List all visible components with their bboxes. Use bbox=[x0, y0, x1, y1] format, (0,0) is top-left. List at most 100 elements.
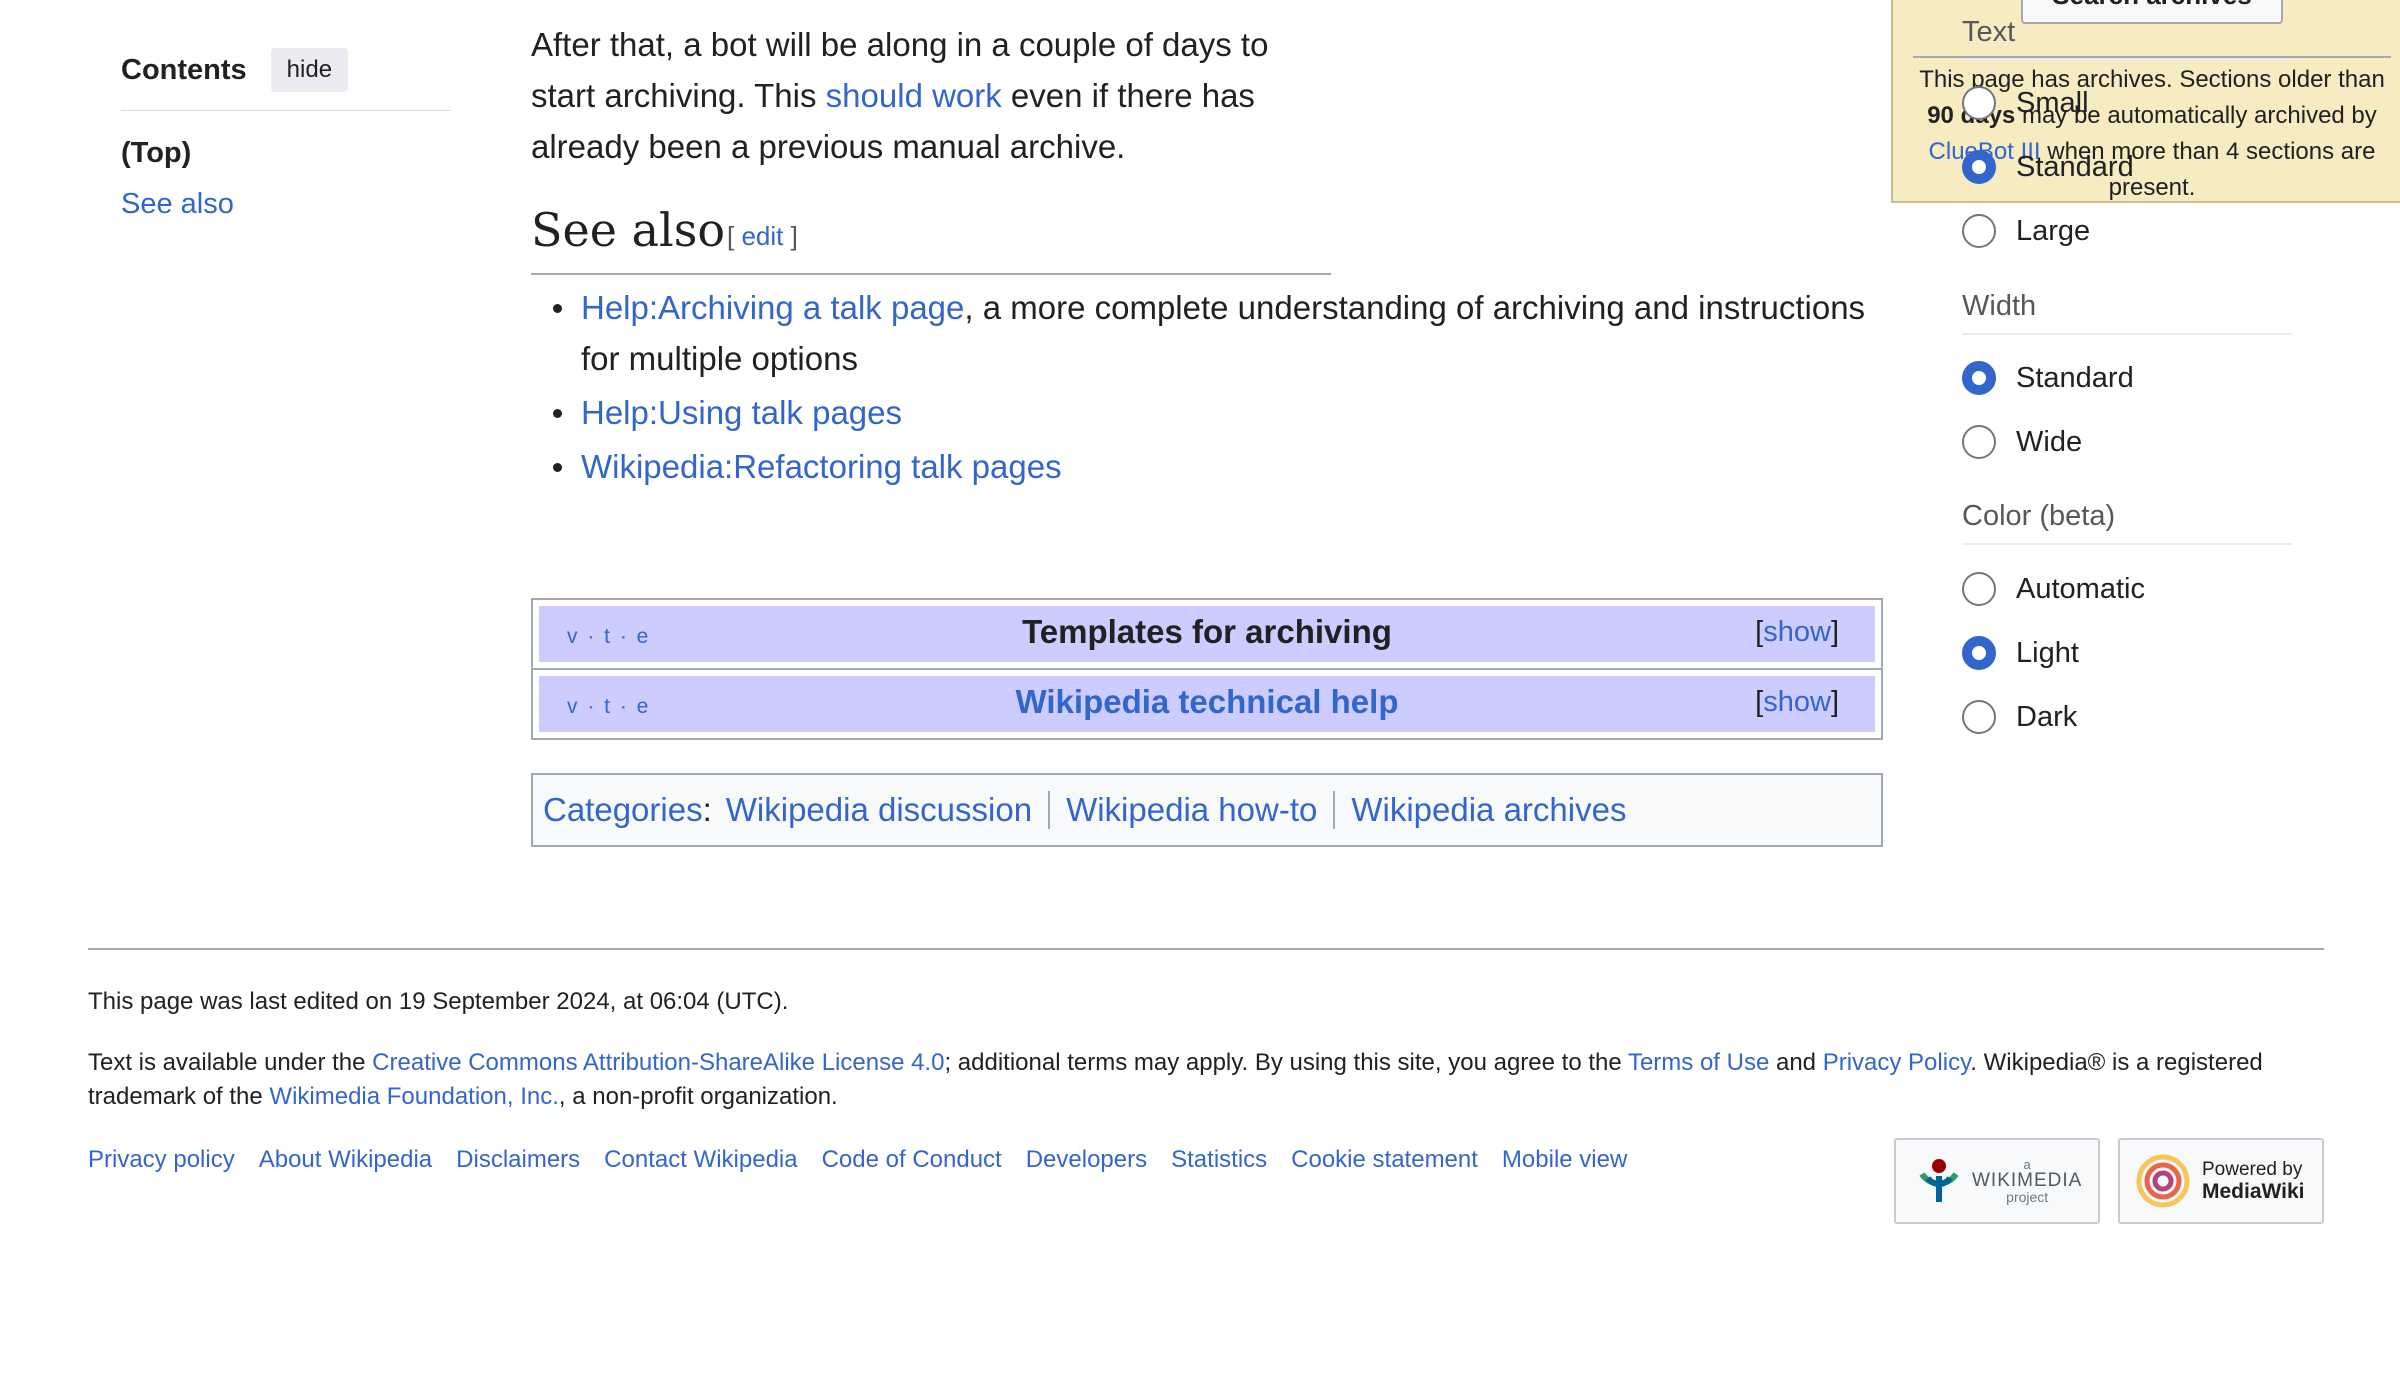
option-label: Large bbox=[2016, 214, 2091, 247]
navbox-title-bar: v · t · e Wikipedia technical help [show… bbox=[539, 676, 1875, 732]
badge-line1: Powered by bbox=[2202, 1159, 2303, 1180]
license-info: Text is available under the Creative Com… bbox=[88, 1046, 2324, 1114]
toc-item-see-also[interactable]: See also bbox=[121, 188, 451, 221]
radio-button[interactable] bbox=[1962, 572, 1996, 606]
footer-link-contact[interactable]: Contact Wikipedia bbox=[604, 1146, 797, 1174]
license-text: and bbox=[1769, 1049, 1823, 1076]
option-label: Wide bbox=[2016, 425, 2083, 458]
see-also-heading: See also [ edit ] bbox=[531, 195, 1331, 275]
help-archiving-link[interactable]: Help:Archiving a talk page bbox=[581, 289, 964, 326]
divider bbox=[1048, 791, 1051, 829]
radio-button[interactable] bbox=[1962, 425, 1996, 459]
table-of-contents: Contents hide (Top) See also bbox=[121, 48, 451, 221]
width-heading: Width bbox=[1962, 290, 2292, 335]
navbox-templates-for-archiving: v · t · e Templates for archiving [show] bbox=[531, 598, 1883, 670]
badge-big-text: WIKIMEDIA bbox=[1972, 1170, 2083, 1191]
color-dark-option[interactable]: Dark bbox=[1962, 700, 2077, 734]
footer-link-mobile-view[interactable]: Mobile view bbox=[1502, 1146, 1627, 1174]
text-size-standard-option[interactable]: Standard bbox=[1962, 150, 2134, 184]
footer-link-disclaimers[interactable]: Disclaimers bbox=[456, 1146, 580, 1174]
last-edited-info: This page was last edited on 19 Septembe… bbox=[88, 988, 789, 1015]
category-links: Categories: Wikipedia discussion Wikiped… bbox=[531, 773, 1883, 847]
divider bbox=[1333, 791, 1336, 829]
terms-of-use-link[interactable]: Terms of Use bbox=[1628, 1049, 1769, 1076]
color-automatic-option[interactable]: Automatic bbox=[1962, 572, 2145, 606]
archive-notice: This page has archives. Sections older t… bbox=[1913, 62, 2391, 206]
bracket: [ bbox=[727, 221, 742, 251]
text-size-large-option[interactable]: Large bbox=[1962, 214, 2090, 248]
navbox-technical-help: v · t · e Wikipedia technical help [show… bbox=[531, 668, 1883, 740]
wikimedia-project-badge[interactable]: a WIKIMEDIA project bbox=[1894, 1138, 2100, 1224]
edit-section-link[interactable]: edit bbox=[741, 221, 783, 251]
radio-button[interactable] bbox=[1962, 86, 1996, 120]
toc-hide-button[interactable]: hide bbox=[270, 48, 349, 92]
toc-header: Contents hide bbox=[121, 48, 451, 111]
option-label: Dark bbox=[2016, 700, 2078, 733]
bracket: ] bbox=[1830, 616, 1839, 648]
refactoring-talk-pages-link[interactable]: Wikipedia:Refactoring talk pages bbox=[581, 448, 1062, 485]
mediawiki-wordmark: Powered by MediaWiki bbox=[2202, 1159, 2305, 1203]
option-label: Small bbox=[2016, 86, 2089, 119]
show-link[interactable]: show bbox=[1763, 686, 1831, 718]
list-item: Help:Archiving a talk page, a more compl… bbox=[553, 282, 1881, 384]
categories-link[interactable]: Categories bbox=[543, 791, 703, 829]
width-wide-option[interactable]: Wide bbox=[1962, 425, 2082, 459]
powered-by-mediawiki-badge[interactable]: Powered by MediaWiki bbox=[2118, 1138, 2324, 1224]
page-footer: This page was last edited on 19 Septembe… bbox=[88, 948, 2324, 1224]
text-size-heading: Text bbox=[1962, 16, 2292, 61]
navbox-title: Templates for archiving bbox=[1022, 613, 1392, 650]
category-link[interactable]: Wikipedia archives bbox=[1351, 791, 1626, 829]
category-link[interactable]: Wikipedia how-to bbox=[1066, 791, 1317, 829]
radio-button-selected[interactable] bbox=[1962, 361, 1996, 395]
colon: : bbox=[702, 791, 712, 828]
help-using-talk-pages-link[interactable]: Help:Using talk pages bbox=[581, 394, 902, 431]
toc-item-top[interactable]: (Top) bbox=[121, 137, 451, 170]
radio-button[interactable] bbox=[1962, 700, 1996, 734]
color-heading: Color (beta) bbox=[1962, 500, 2292, 545]
list-item: Wikipedia:Refactoring talk pages bbox=[553, 441, 1881, 492]
radio-button[interactable] bbox=[1962, 214, 1996, 248]
see-also-list: Help:Archiving a talk page, a more compl… bbox=[553, 282, 1881, 495]
cc-license-link[interactable]: Creative Commons Attribution-ShareAlike … bbox=[372, 1049, 944, 1076]
intro-paragraph: After that, a bot will be along in a cou… bbox=[531, 19, 1331, 172]
color-light-option[interactable]: Light bbox=[1962, 636, 2079, 670]
toc-title: Contents bbox=[121, 53, 247, 86]
wikimedia-wordmark: a WIKIMEDIA project bbox=[1972, 1157, 2082, 1205]
radio-button-selected[interactable] bbox=[1962, 150, 1996, 184]
option-label: Automatic bbox=[2016, 572, 2145, 605]
footer-links: Privacy policy About Wikipedia Disclaime… bbox=[88, 1146, 1651, 1174]
footer-link-statistics[interactable]: Statistics bbox=[1171, 1146, 1267, 1174]
navbox-title-bar: v · t · e Templates for archiving [show] bbox=[539, 606, 1875, 662]
navbox-title-link[interactable]: Wikipedia technical help bbox=[539, 683, 1875, 721]
footer-link-privacy-policy[interactable]: Privacy policy bbox=[88, 1146, 235, 1174]
text-size-small-option[interactable]: Small bbox=[1962, 86, 2089, 120]
option-label: Standard bbox=[2016, 150, 2134, 183]
navbox-show-toggle[interactable]: [show] bbox=[1755, 616, 1839, 649]
bracket: ] bbox=[1830, 686, 1839, 718]
option-label: Standard bbox=[2016, 361, 2134, 394]
badge-line2: MediaWiki bbox=[2202, 1180, 2305, 1203]
width-standard-option[interactable]: Standard bbox=[1962, 361, 2134, 395]
navbox-show-toggle[interactable]: [show] bbox=[1755, 686, 1839, 719]
wikimedia-foundation-link[interactable]: Wikimedia Foundation, Inc. bbox=[269, 1083, 558, 1110]
footer-link-about[interactable]: About Wikipedia bbox=[259, 1146, 432, 1174]
radio-button-selected[interactable] bbox=[1962, 636, 1996, 670]
bracket: ] bbox=[783, 221, 798, 251]
license-text: , a non-profit organization. bbox=[558, 1083, 838, 1110]
privacy-policy-link[interactable]: Privacy Policy bbox=[1823, 1049, 1971, 1076]
list-item: Help:Using talk pages bbox=[553, 387, 1881, 438]
section-title: See also bbox=[531, 203, 726, 257]
mediawiki-logo-icon bbox=[2136, 1154, 2190, 1208]
option-label: Light bbox=[2016, 636, 2079, 669]
license-text: Text is available under the bbox=[88, 1049, 373, 1076]
badge-sub-text: project bbox=[2006, 1189, 2049, 1205]
edit-section: [ edit ] bbox=[727, 221, 798, 252]
footer-link-code-of-conduct[interactable]: Code of Conduct bbox=[822, 1146, 1002, 1174]
footer-link-cookie-statement[interactable]: Cookie statement bbox=[1291, 1146, 1478, 1174]
should-work-link[interactable]: should work bbox=[826, 77, 1002, 114]
license-text: ; additional terms may apply. By using t… bbox=[944, 1049, 1628, 1076]
category-link[interactable]: Wikipedia discussion bbox=[726, 791, 1032, 829]
wikimedia-logo-icon bbox=[1919, 1159, 1959, 1202]
show-link[interactable]: show bbox=[1763, 616, 1831, 648]
footer-link-developers[interactable]: Developers bbox=[1026, 1146, 1147, 1174]
